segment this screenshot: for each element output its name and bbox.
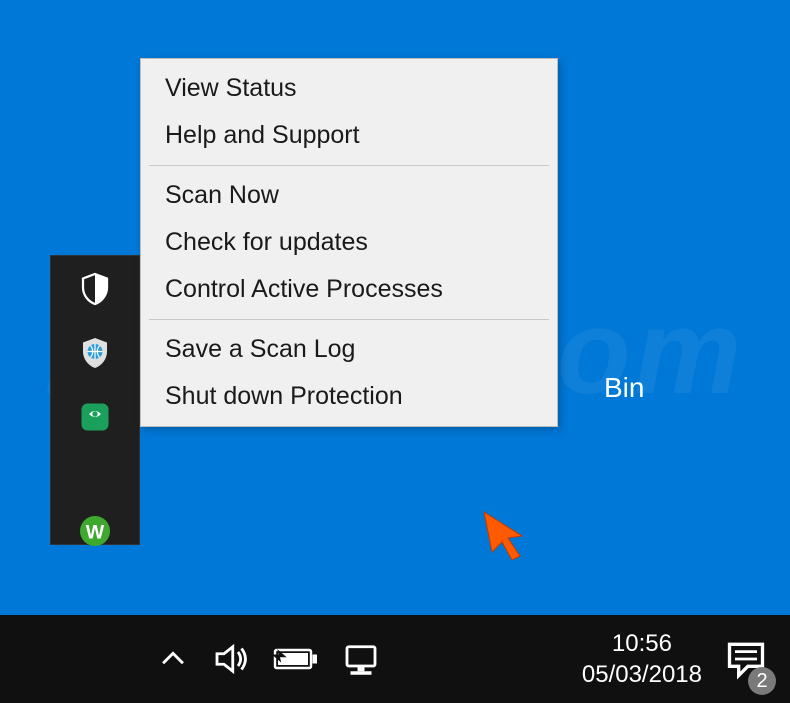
- context-menu: View Status Help and Support Scan Now Ch…: [140, 58, 558, 427]
- shield-icon[interactable]: [75, 271, 115, 307]
- pointer-arrow-icon: [478, 506, 532, 560]
- recycle-bin-label: Bin: [604, 372, 644, 404]
- battery-icon[interactable]: [272, 642, 320, 676]
- volume-icon[interactable]: [210, 638, 252, 680]
- svg-text:W: W: [86, 522, 105, 544]
- clock-date: 05/03/2018: [582, 659, 702, 690]
- app-green-icon[interactable]: [75, 399, 115, 435]
- menu-separator: [149, 165, 549, 166]
- network-icon[interactable]: [340, 638, 382, 680]
- menu-item-control-processes[interactable]: Control Active Processes: [145, 266, 553, 313]
- system-tray-panel: W: [50, 255, 140, 545]
- globe-shield-icon[interactable]: [75, 335, 115, 371]
- menu-item-help-support[interactable]: Help and Support: [145, 112, 553, 159]
- tray-overflow-icon[interactable]: [156, 642, 190, 676]
- notification-count-badge: 2: [748, 667, 776, 695]
- menu-item-view-status[interactable]: View Status: [145, 65, 553, 112]
- menu-item-save-scan-log[interactable]: Save a Scan Log: [145, 326, 553, 373]
- clock-time: 10:56: [612, 628, 672, 659]
- green-circle-icon[interactable]: W: [75, 513, 115, 549]
- taskbar-clock[interactable]: 10:56 05/03/2018: [582, 615, 702, 703]
- menu-item-scan-now[interactable]: Scan Now: [145, 172, 553, 219]
- taskbar: 10:56 05/03/2018 2: [0, 615, 790, 703]
- menu-separator: [149, 319, 549, 320]
- action-center-button[interactable]: 2: [710, 615, 782, 703]
- system-tray: [156, 615, 382, 703]
- menu-item-check-updates[interactable]: Check for updates: [145, 219, 553, 266]
- menu-item-shut-down-protection[interactable]: Shut down Protection: [145, 373, 553, 420]
